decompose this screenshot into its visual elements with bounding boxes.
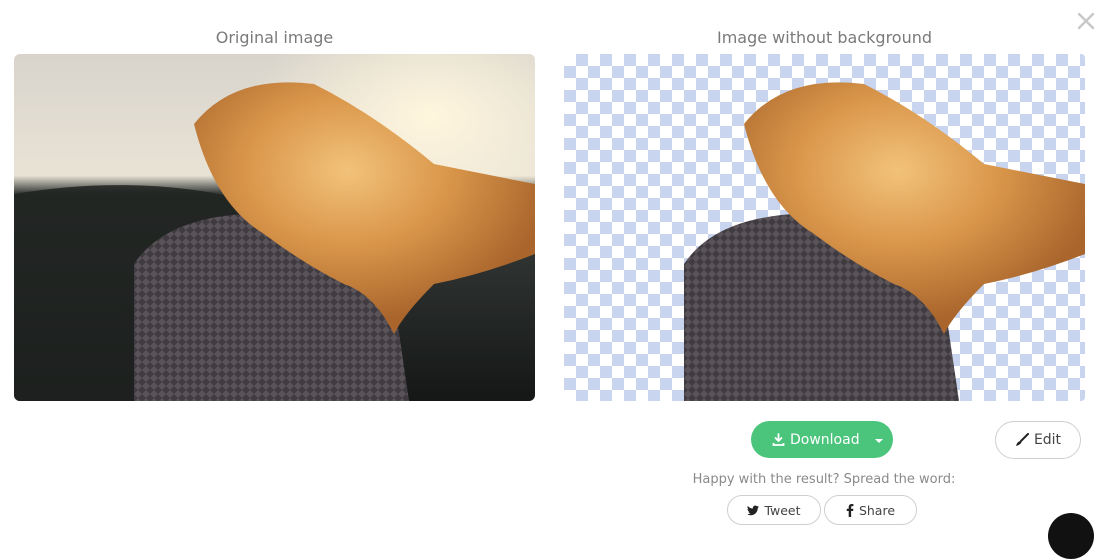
original-image-title: Original image	[215, 28, 334, 47]
brush-icon	[1015, 433, 1029, 446]
facebook-share-button[interactable]: Share	[824, 495, 917, 525]
facebook-icon	[846, 503, 854, 517]
edit-button[interactable]: Edit	[995, 421, 1081, 459]
tweet-button[interactable]: Tweet	[727, 495, 821, 525]
download-label: Download	[790, 431, 860, 448]
download-button[interactable]: Download	[751, 421, 893, 458]
share-prompt: Happy with the result? Spread the word:	[692, 472, 956, 487]
result-image-title: Image without background	[716, 28, 933, 47]
tweet-label: Tweet	[764, 502, 801, 518]
edit-label: Edit	[1033, 432, 1062, 448]
chevron-down-icon[interactable]	[874, 434, 884, 450]
original-image	[14, 54, 535, 401]
result-image	[564, 54, 1085, 401]
chat-icon[interactable]	[1048, 513, 1094, 559]
download-icon	[772, 433, 785, 446]
share-label: Share	[858, 502, 896, 518]
twitter-icon	[747, 504, 760, 515]
